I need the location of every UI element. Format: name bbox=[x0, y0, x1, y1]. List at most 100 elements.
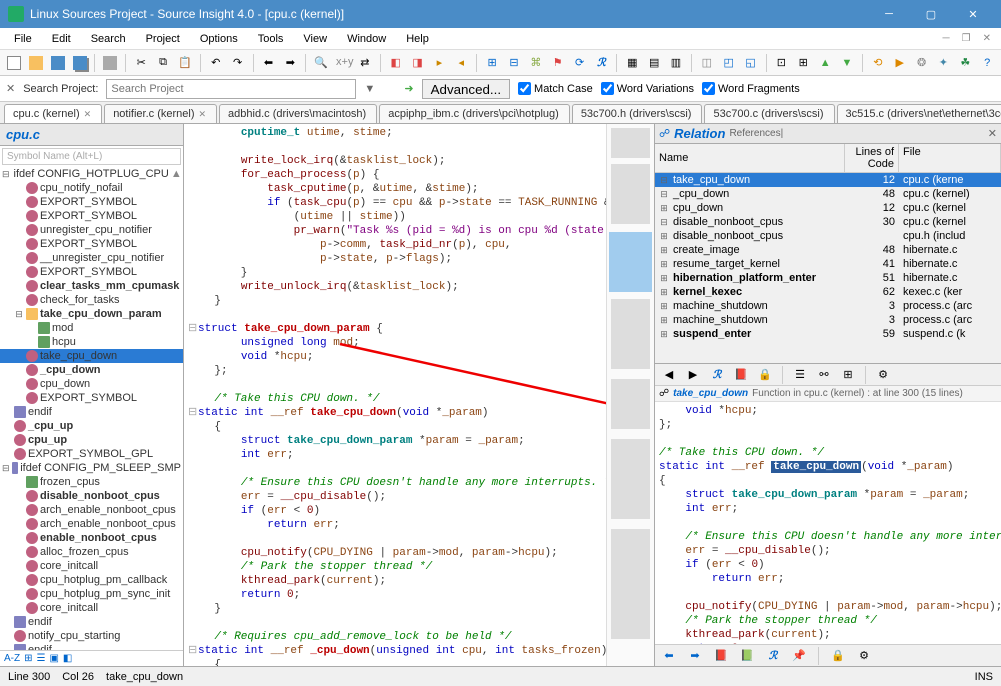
ctx-lock-icon[interactable]: 🔒 bbox=[755, 365, 775, 385]
paste-icon[interactable]: 📋 bbox=[175, 53, 195, 73]
menu-project[interactable]: Project bbox=[136, 30, 190, 48]
grid-icon[interactable]: ▣ bbox=[49, 653, 58, 664]
tool-a-icon[interactable]: ⊞ bbox=[482, 53, 502, 73]
menu-view[interactable]: View bbox=[293, 30, 337, 48]
cfg-a-icon[interactable]: ❂ bbox=[912, 53, 932, 73]
relation-row[interactable]: ⊞machine_shutdown3process.c (arc bbox=[655, 313, 1001, 327]
minimize-button[interactable]: ─ bbox=[869, 2, 909, 26]
tab-close-icon[interactable]: ✕ bbox=[199, 109, 207, 120]
symbol-tree-item[interactable]: clear_tasks_mm_cpumask bbox=[0, 279, 183, 293]
expand-icon[interactable]: ⊞ bbox=[24, 653, 32, 664]
search-close-icon[interactable]: ✕ bbox=[6, 82, 15, 95]
maximize-button[interactable]: ▢ bbox=[911, 2, 951, 26]
context-code[interactable]: void *hcpu; }; /* Take this CPU down. */… bbox=[655, 402, 1001, 644]
menu-search[interactable]: Search bbox=[81, 30, 136, 48]
relation-row[interactable]: ⊞disable_nonboot_cpuscpu.h (includ bbox=[655, 229, 1001, 243]
ctx-rel-icon[interactable]: ℛ bbox=[707, 365, 727, 385]
menu-window[interactable]: Window bbox=[337, 30, 396, 48]
layout-b-icon[interactable]: ▤ bbox=[644, 53, 664, 73]
ctx-book2-icon[interactable]: 📗 bbox=[737, 646, 757, 666]
cut-icon[interactable]: ✂ bbox=[131, 53, 151, 73]
view-d-icon[interactable]: ▼ bbox=[837, 53, 857, 73]
ctx-fwd-icon[interactable]: ▶ bbox=[683, 365, 703, 385]
view-b-icon[interactable]: ⊞ bbox=[793, 53, 813, 73]
panel-a-icon[interactable]: ◫ bbox=[697, 53, 717, 73]
prev-bookmark-icon[interactable]: ◂ bbox=[451, 53, 471, 73]
ctx-book-icon[interactable]: 📕 bbox=[731, 365, 751, 385]
symbol-tree-item[interactable]: alloc_frozen_cpus bbox=[0, 545, 183, 559]
menu-help[interactable]: Help bbox=[396, 30, 439, 48]
menu-tools[interactable]: Tools bbox=[248, 30, 294, 48]
col-name[interactable]: Name bbox=[655, 144, 845, 172]
symbol-tree-item[interactable]: endif bbox=[0, 643, 183, 650]
symbol-tree-item[interactable]: _cpu_down bbox=[0, 363, 183, 377]
symbol-tree-item[interactable]: enable_nonboot_cpus bbox=[0, 531, 183, 545]
relation-row[interactable]: ⊞kernel_kexec62kexec.c (ker bbox=[655, 285, 1001, 299]
ctx-gear-icon[interactable]: ⚙ bbox=[873, 365, 893, 385]
relation-table[interactable]: Name Lines of Code File ⊟take_cpu_down12… bbox=[655, 144, 1001, 363]
file-tab[interactable]: cpu.c (kernel)✕ bbox=[4, 104, 102, 123]
mdi-minimize[interactable]: ─ bbox=[937, 33, 956, 44]
file-tab[interactable]: 3c515.c (drivers\net\ethernet\3com) bbox=[837, 104, 1001, 123]
ctx-nav-fwd-icon[interactable]: ➡ bbox=[685, 646, 705, 666]
save-all-icon[interactable] bbox=[70, 53, 90, 73]
save-icon[interactable] bbox=[48, 53, 68, 73]
symbol-tree-item[interactable]: core_initcall bbox=[0, 601, 183, 615]
mdi-restore[interactable]: ❐ bbox=[956, 33, 977, 44]
toggle-bookmark-icon[interactable]: ◨ bbox=[408, 53, 428, 73]
search-input[interactable] bbox=[106, 79, 356, 99]
menu-edit[interactable]: Edit bbox=[42, 30, 81, 48]
bookmark-icon[interactable]: ◧ bbox=[386, 53, 406, 73]
symbol-tree-item[interactable]: hcpu bbox=[0, 335, 183, 349]
symbol-tree-item[interactable]: endif bbox=[0, 615, 183, 629]
relation-row[interactable]: ⊟disable_nonboot_cpus30cpu.c (kernel bbox=[655, 215, 1001, 229]
symbol-tree-item[interactable]: disable_nonboot_cpus bbox=[0, 489, 183, 503]
relation-row[interactable]: ⊟_cpu_down48cpu.c (kernel) bbox=[655, 187, 1001, 201]
search-go-icon[interactable]: ➜ bbox=[404, 82, 413, 95]
col-file[interactable]: File bbox=[899, 144, 1001, 172]
replace-icon[interactable]: ⇄ bbox=[355, 53, 375, 73]
ctx-nav-back-icon[interactable]: ⬅ bbox=[659, 646, 679, 666]
print-icon[interactable] bbox=[100, 53, 120, 73]
file-tab[interactable]: 53c700.c (drivers\scsi) bbox=[704, 104, 834, 123]
layout-a-icon[interactable]: ▦ bbox=[622, 53, 642, 73]
symbol-tree-item[interactable]: unregister_cpu_notifier bbox=[0, 223, 183, 237]
symbol-tree-item[interactable]: arch_enable_nonboot_cpus bbox=[0, 503, 183, 517]
symbol-tree-item[interactable]: cpu_hotplug_pm_sync_init bbox=[0, 587, 183, 601]
split-icon[interactable]: ◧ bbox=[63, 653, 72, 664]
symbol-tree-item[interactable]: notify_cpu_starting bbox=[0, 629, 183, 643]
close-button[interactable]: ✕ bbox=[953, 2, 993, 26]
ctx-back-icon[interactable]: ◀ bbox=[659, 365, 679, 385]
minimap[interactable] bbox=[606, 124, 654, 666]
word-fragments-checkbox[interactable]: Word Fragments bbox=[702, 82, 800, 95]
symbol-tree-item[interactable]: EXPORT_SYMBOL bbox=[0, 195, 183, 209]
next-bookmark-icon[interactable]: ▸ bbox=[430, 53, 450, 73]
relation-row[interactable]: ⊞cpu_down12cpu.c (kernel bbox=[655, 201, 1001, 215]
relation-row[interactable]: ⊞resume_target_kernel41hibernate.c bbox=[655, 257, 1001, 271]
ctx-list-icon[interactable]: ☰ bbox=[790, 365, 810, 385]
tool-b-icon[interactable]: ⊟ bbox=[504, 53, 524, 73]
ctx-book1-icon[interactable]: 📕 bbox=[711, 646, 731, 666]
back-icon[interactable]: ⬅ bbox=[259, 53, 279, 73]
symbol-tree-item[interactable]: ⊟take_cpu_down_param bbox=[0, 307, 183, 321]
code-editor[interactable]: cputime_t utime, stime; write_lock_irq(&… bbox=[184, 124, 655, 666]
symbol-tree-item[interactable]: core_initcall bbox=[0, 559, 183, 573]
redo-icon[interactable]: ↷ bbox=[228, 53, 248, 73]
ctx-rel2-icon[interactable]: ℛ bbox=[763, 646, 783, 666]
advanced-button[interactable]: Advanced... bbox=[422, 79, 510, 99]
symbol-tree-item[interactable]: EXPORT_SYMBOL_GPL bbox=[0, 447, 183, 461]
tool-d-icon[interactable]: ⚑ bbox=[548, 53, 568, 73]
open-icon[interactable] bbox=[26, 53, 46, 73]
symbol-tree-item[interactable]: EXPORT_SYMBOL bbox=[0, 237, 183, 251]
refresh-icon[interactable]: ⟲ bbox=[868, 53, 888, 73]
ctx-gear2-icon[interactable]: ⚙ bbox=[854, 646, 874, 666]
symbol-tree-item[interactable]: arch_enable_nonboot_cpus bbox=[0, 517, 183, 531]
relation-row[interactable]: ⊟take_cpu_down12cpu.c (kerne bbox=[655, 173, 1001, 187]
copy-icon[interactable]: ⧉ bbox=[153, 53, 173, 73]
symbol-tree-item[interactable]: take_cpu_down bbox=[0, 349, 183, 363]
tab-close-icon[interactable]: ✕ bbox=[84, 109, 92, 120]
symbol-tree-item[interactable]: EXPORT_SYMBOL bbox=[0, 265, 183, 279]
symbol-tree-item[interactable]: EXPORT_SYMBOL bbox=[0, 209, 183, 223]
build-icon[interactable]: ▶ bbox=[890, 53, 910, 73]
symbol-tree-item[interactable]: __unregister_cpu_notifier bbox=[0, 251, 183, 265]
